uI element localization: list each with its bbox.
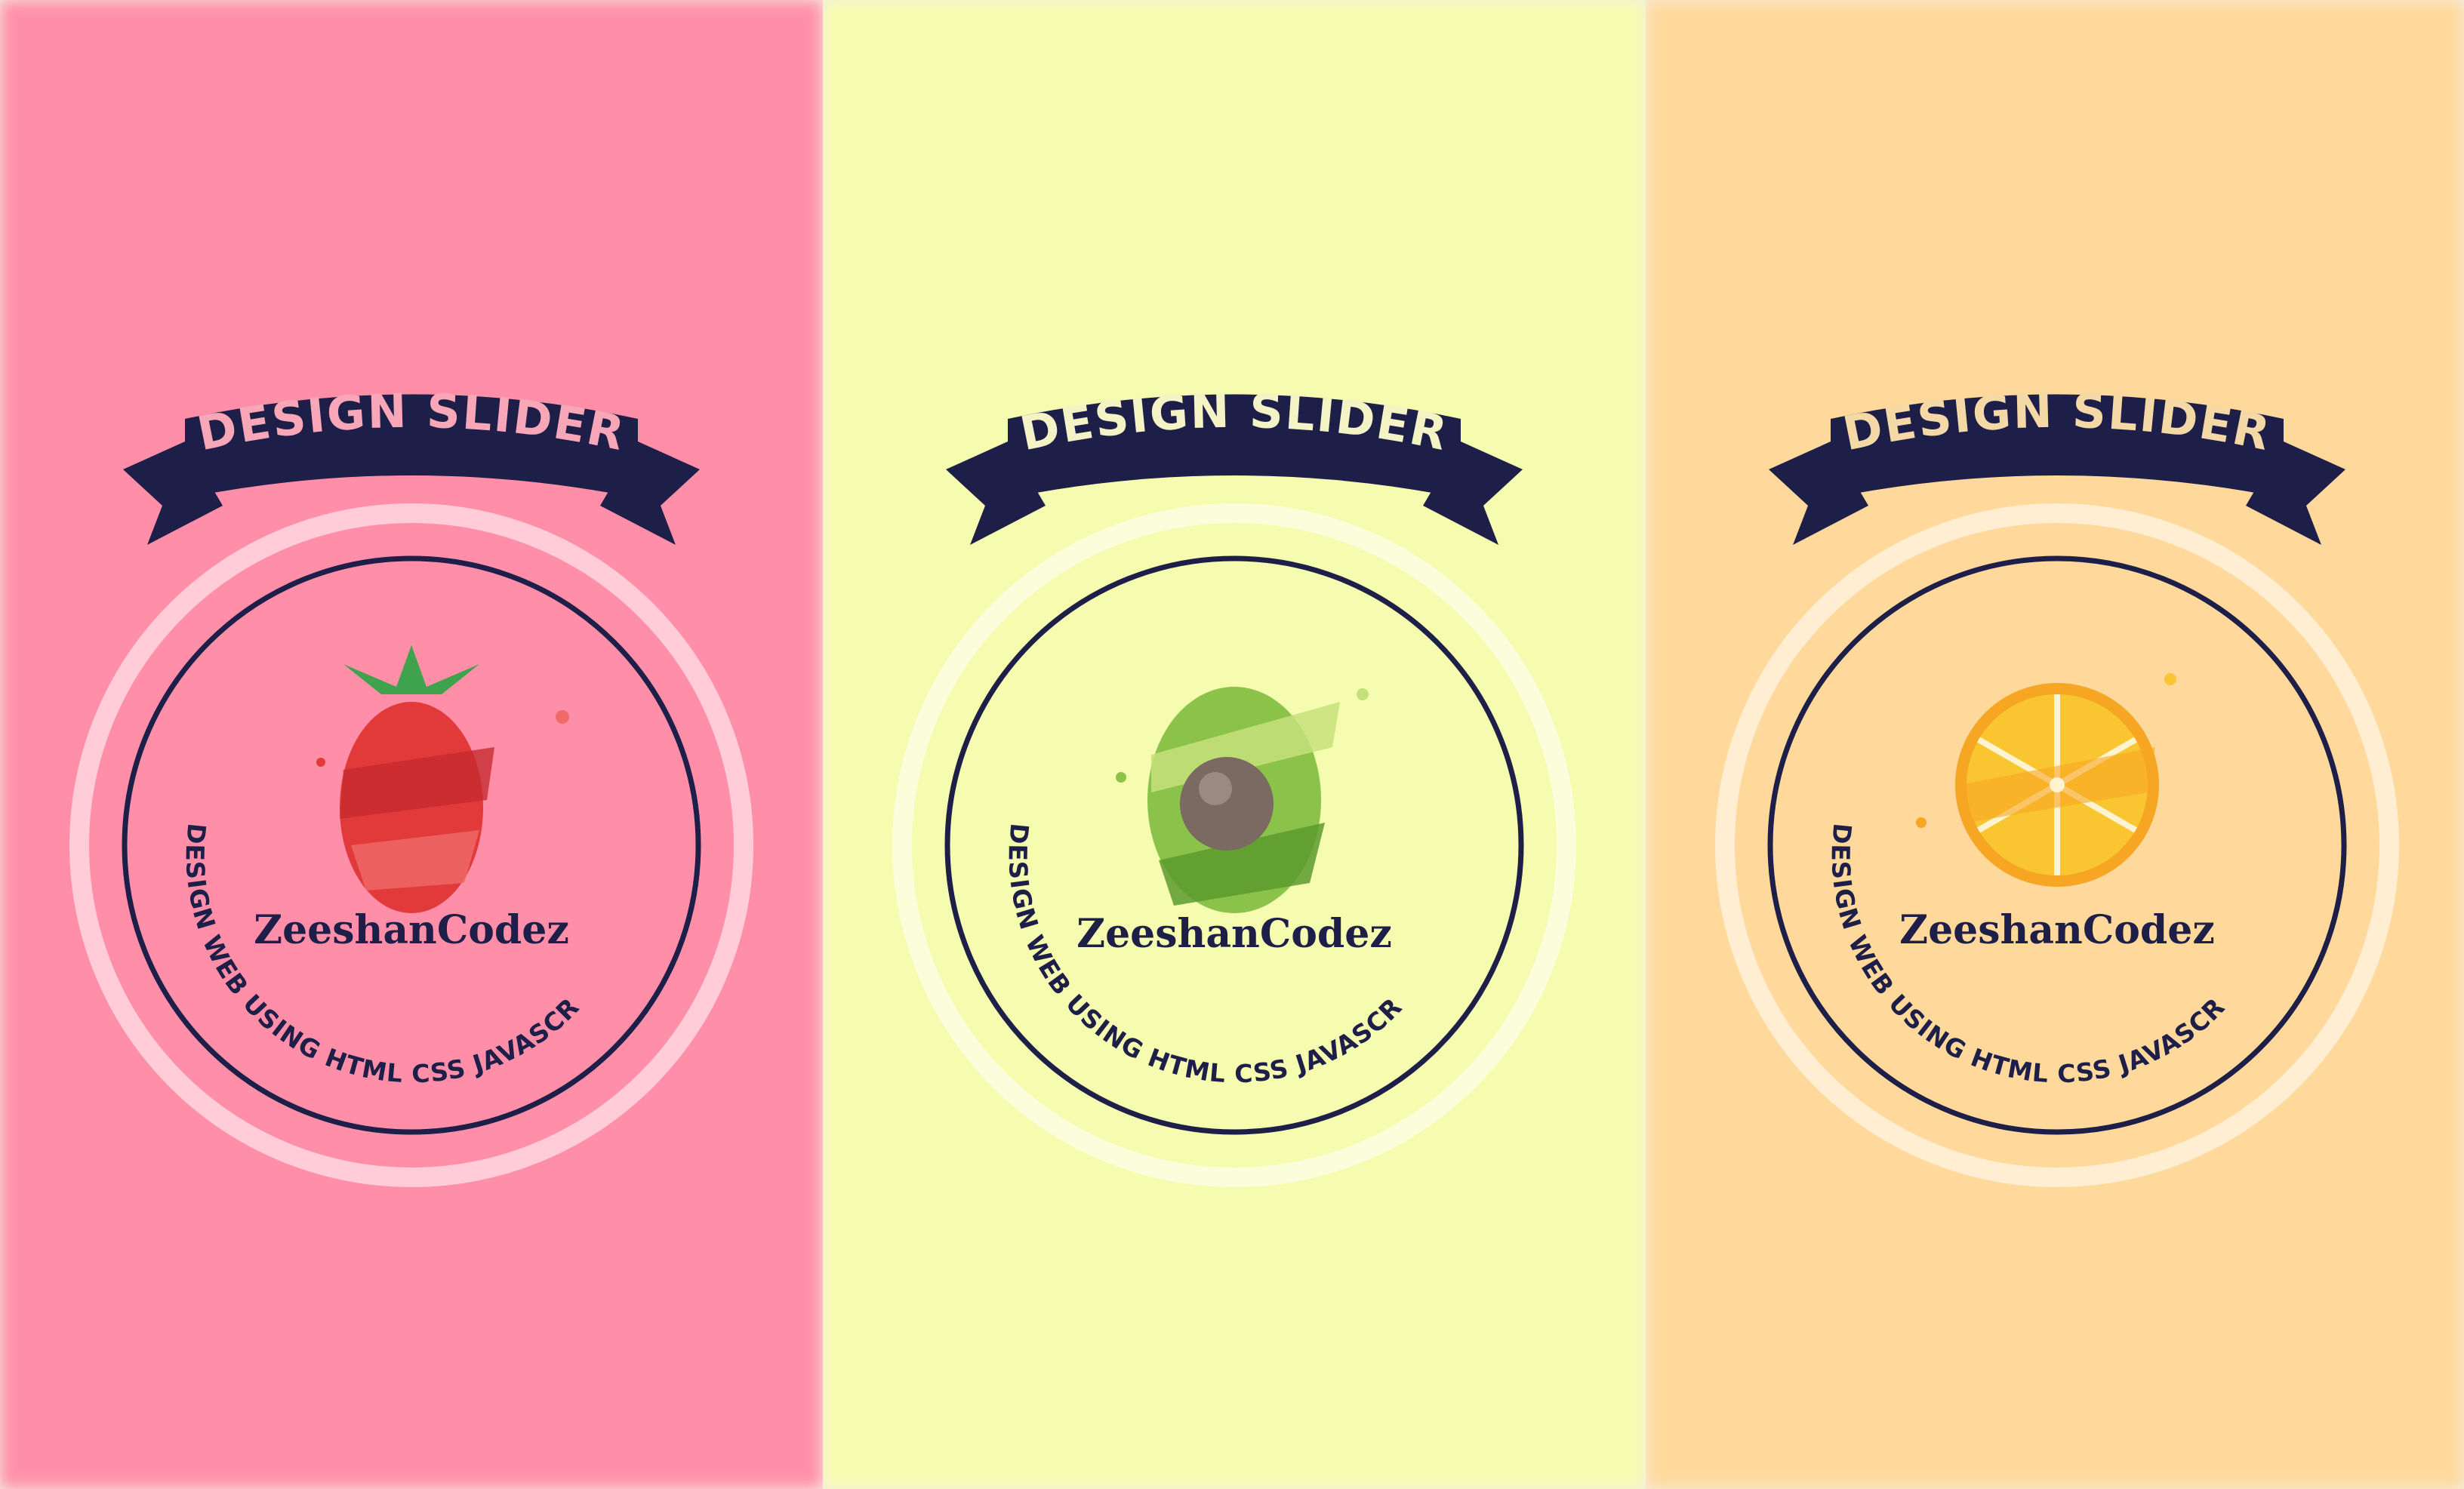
slide-panel-orange[interactable]: DESIGN SLIDER ZeeshanCodez DESIGN WEB US… bbox=[1646, 0, 2464, 1489]
strawberry-icon bbox=[316, 645, 569, 913]
badge: DESIGN SLIDER ZeeshanCodez DESIGN WEB US… bbox=[54, 331, 759, 1260]
brand-name: ZeeshanCodez bbox=[254, 907, 569, 953]
orange-slice-icon bbox=[1916, 673, 2176, 887]
avocado-icon bbox=[1116, 687, 1369, 913]
brand-name: ZeeshanCodez bbox=[1076, 911, 1392, 957]
brand-name: ZeeshanCodez bbox=[1899, 907, 2215, 953]
slide-panel-avocado[interactable]: DESIGN SLIDER ZeeshanCodez DESIGN WEB US… bbox=[823, 0, 1646, 1489]
badge: DESIGN SLIDER ZeeshanCodez DESIGN WEB US… bbox=[877, 331, 1582, 1260]
badge: DESIGN SLIDER ZeeshanCodez DESIGN WEB US… bbox=[1700, 331, 2404, 1260]
slide-panel-strawberry[interactable]: DESIGN SLIDER ZeeshanCodez DESIGN WEB US… bbox=[0, 0, 823, 1489]
